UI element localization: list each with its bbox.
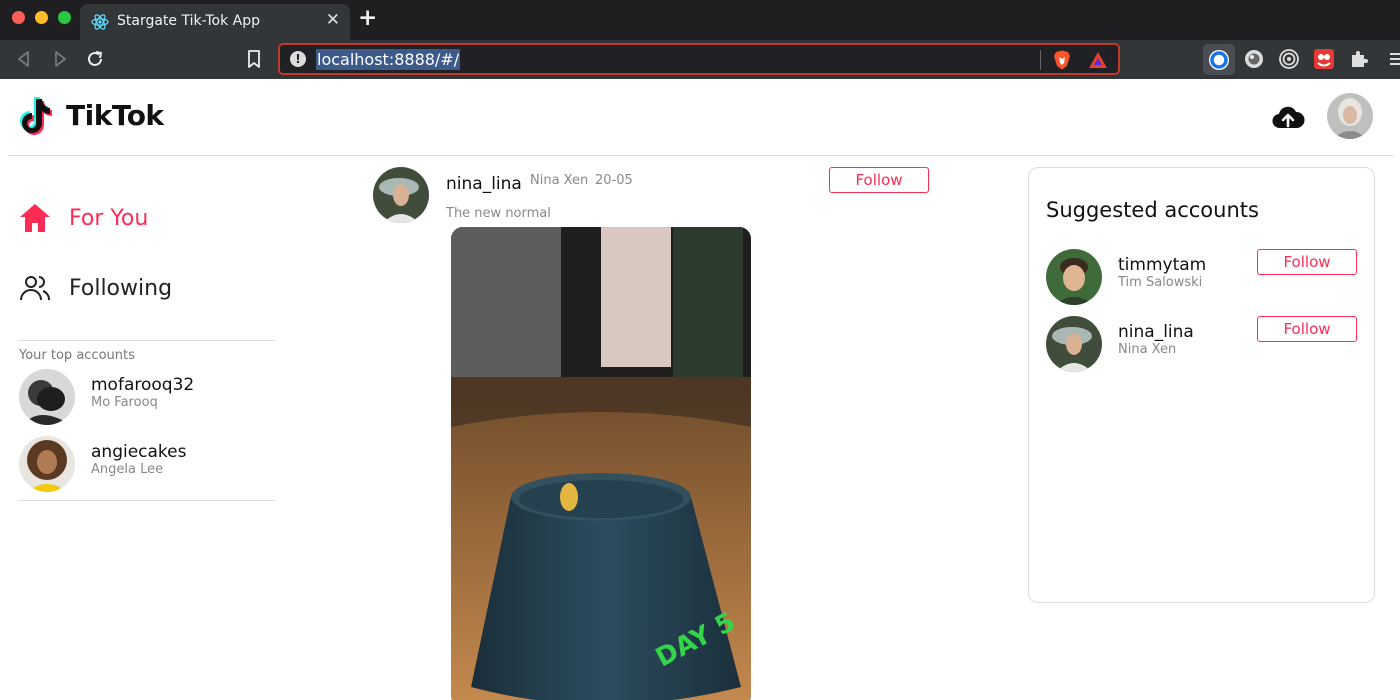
sidebar-item-following[interactable]: Following [18,268,172,308]
reload-icon[interactable] [84,48,106,70]
brave-shield-icon[interactable] [1053,50,1071,70]
forward-icon[interactable] [49,48,71,70]
post-author-avatar[interactable] [373,167,429,223]
home-icon [20,204,50,232]
site-info-icon[interactable]: ! [290,51,306,67]
maximize-window-button[interactable] [58,11,71,24]
top-accounts-heading: Your top accounts [19,348,135,363]
post-username[interactable]: nina_lina [446,174,522,194]
follow-button[interactable]: Follow [829,167,929,193]
top-account-item[interactable]: angiecakes Angela Lee [19,436,275,492]
logo-text: TikTok [66,99,164,132]
minimize-window-button[interactable] [35,11,48,24]
avatar-image [1046,316,1102,372]
suggested-accounts-panel: Suggested accounts timmytam Tim Salowski… [1028,167,1375,603]
avatar-image [373,167,429,223]
browser-toolbar: ! localhost:8888/#/ [0,40,1400,79]
record-extension-icon[interactable] [1243,48,1265,70]
avatar-image [1046,249,1102,305]
bookmark-icon[interactable] [243,48,265,70]
user-avatar-image [1327,93,1373,139]
sidebar-divider [18,500,275,501]
suggested-username: nina_lina [1118,322,1194,342]
url-text[interactable]: localhost:8888/#/ [316,49,461,70]
circle-extension-icon[interactable] [1207,48,1231,72]
account-name: Mo Farooq [91,395,158,410]
close-window-button[interactable] [12,11,25,24]
app-extension-icon[interactable] [1313,48,1335,70]
target-extension-icon[interactable] [1278,48,1300,70]
extension-highlight[interactable] [1203,44,1235,75]
tiktok-note-icon [20,97,52,135]
suggested-name: Nina Xen [1118,342,1177,357]
extensions-puzzle-icon[interactable] [1348,48,1370,70]
brave-rewards-icon[interactable] [1088,50,1108,70]
tiktok-logo[interactable]: TikTok [16,95,166,137]
browser-tab-bar: Stargate Tik-Tok App ✕ + [0,0,1400,40]
avatar-image [19,436,75,492]
avatar [19,436,75,492]
account-username: angiecakes [91,442,187,462]
browser-tab[interactable]: Stargate Tik-Tok App ✕ [80,4,350,40]
avatar-image [19,369,75,425]
address-bar[interactable]: ! localhost:8888/#/ [278,43,1120,75]
app-header: TikTok [8,79,1394,156]
url-divider [1040,50,1041,70]
back-icon[interactable] [13,48,35,70]
follow-button[interactable]: Follow [1257,316,1357,342]
react-icon [91,14,109,30]
avatar [19,369,75,425]
upload-cloud-icon[interactable] [1271,101,1305,135]
follow-button[interactable]: Follow [1257,249,1357,275]
account-username: mofarooq32 [91,375,195,395]
suggested-username: timmytam [1118,255,1207,275]
post-display-name: Nina Xen [530,173,589,188]
avatar [1046,249,1102,305]
sidebar-item-label: Following [69,275,173,301]
avatar [1046,316,1102,372]
post-video[interactable]: DAY 5 [451,227,751,700]
sidebar-item-for-you[interactable]: For You [18,198,148,238]
user-avatar[interactable] [1327,93,1373,139]
tab-close-icon[interactable]: ✕ [326,10,340,30]
post-date: 20-05 [595,173,633,188]
new-tab-button[interactable]: + [358,5,377,31]
account-name: Angela Lee [91,462,164,477]
suggested-accounts-title: Suggested accounts [1046,198,1259,222]
tab-title: Stargate Tik-Tok App [117,13,261,29]
post-caption: The new normal [446,206,551,221]
top-account-item[interactable]: mofarooq32 Mo Farooq [19,369,275,425]
menu-icon[interactable] [1386,48,1400,70]
suggested-account-item[interactable]: timmytam Tim Salowski Follow [1046,249,1366,305]
sidebar-item-label: For You [69,205,149,231]
suggested-name: Tim Salowski [1118,275,1203,290]
suggested-account-item[interactable]: nina_lina Nina Xen Follow [1046,316,1366,372]
people-icon [20,276,50,301]
sidebar-divider [18,340,275,341]
